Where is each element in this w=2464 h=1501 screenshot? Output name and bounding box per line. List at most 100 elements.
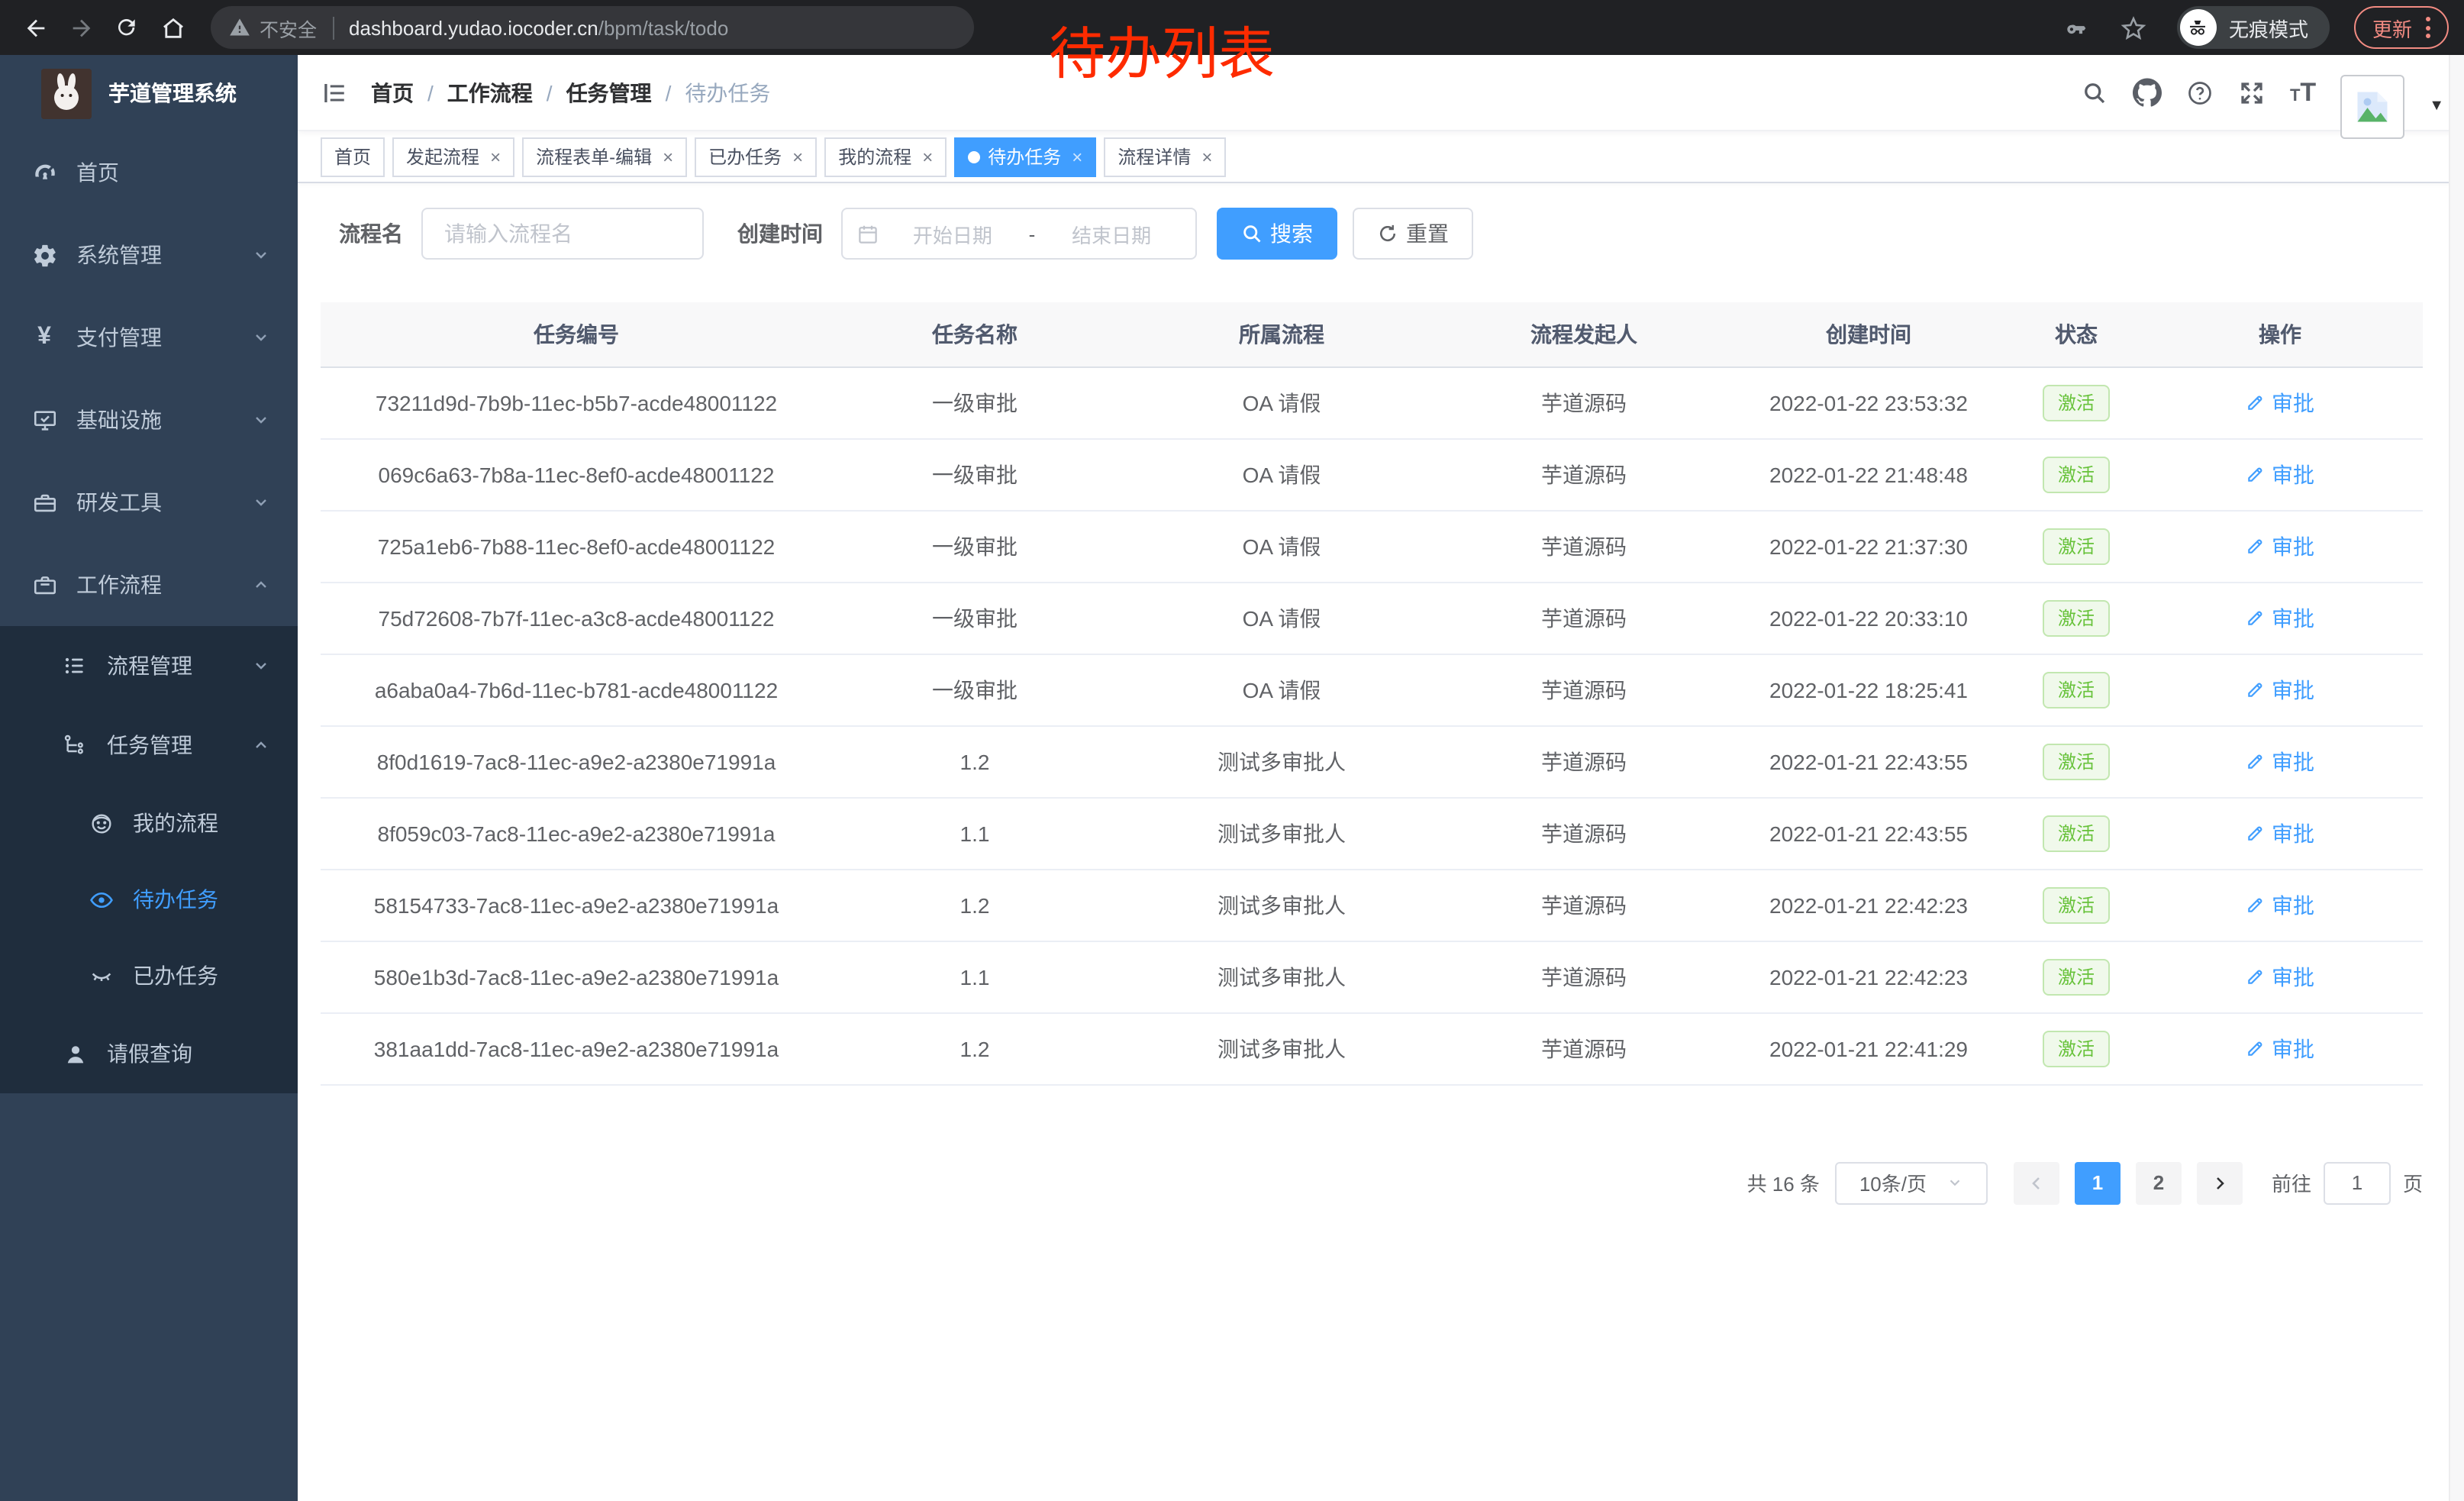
status-badge: 激活: [2043, 743, 2110, 780]
chevron-down-icon: [252, 493, 270, 512]
sidebar-item-task-mgmt[interactable]: 任务管理: [0, 705, 298, 785]
approve-link[interactable]: 审批: [2246, 961, 2314, 992]
created-time: 2022-01-22 21:48:48: [1722, 438, 2015, 510]
breadcrumb-task-mgmt[interactable]: 任务管理: [566, 77, 652, 108]
tab-5[interactable]: 待办任务×: [954, 137, 1096, 176]
status-badge: 激活: [2043, 886, 2110, 923]
breadcrumb-current: 待办任务: [685, 77, 770, 108]
approve-link[interactable]: 审批: [2246, 602, 2314, 633]
breadcrumb-home[interactable]: 首页: [371, 77, 414, 108]
forward-icon[interactable]: [61, 8, 101, 47]
tab-6[interactable]: 流程详情 ×: [1104, 137, 1226, 176]
flow-list-icon: [61, 654, 89, 678]
table-row: a6aba0a4-7b6d-11ec-b781-acde48001122一级审批…: [321, 654, 2423, 725]
key-icon[interactable]: [2064, 15, 2090, 40]
sidebar-item-leave-query[interactable]: 请假查询: [0, 1014, 298, 1093]
prev-page-button[interactable]: [2014, 1161, 2059, 1204]
font-size-icon[interactable]: TT: [2290, 79, 2316, 105]
close-icon[interactable]: ×: [1072, 147, 1082, 166]
tab-2[interactable]: 流程表单-编辑 ×: [522, 137, 687, 176]
approve-link[interactable]: 审批: [2246, 1033, 2314, 1064]
sidebar-item-system[interactable]: 系统管理: [0, 214, 298, 296]
goto-label: 前往: [2272, 1168, 2311, 1197]
process-name-input[interactable]: [421, 208, 704, 260]
breadcrumb-workflow[interactable]: 工作流程: [447, 77, 533, 108]
process-name: OA 请假: [1118, 438, 1446, 510]
browser-update-menu[interactable]: 更新: [2354, 6, 2449, 49]
sidebar-item-home[interactable]: 首页: [0, 131, 298, 214]
task-id: 58154733-7ac8-11ec-a9e2-a2380e71991a: [321, 869, 832, 941]
approve-link[interactable]: 审批: [2246, 387, 2314, 418]
close-icon[interactable]: ×: [792, 147, 803, 166]
close-icon[interactable]: ×: [1201, 147, 1212, 166]
task-name: 1.1: [832, 941, 1118, 1012]
star-icon[interactable]: [2121, 15, 2146, 40]
created-time: 2022-01-22 20:33:10: [1722, 582, 2015, 654]
status-badge: 激活: [2043, 815, 2110, 851]
approve-link[interactable]: 审批: [2246, 531, 2314, 561]
incognito-icon: [2180, 9, 2217, 46]
reset-button[interactable]: 重置: [1353, 208, 1473, 260]
sidebar-item-my-process[interactable]: 我的流程: [0, 785, 298, 861]
end-date-placeholder: 结束日期: [1041, 219, 1182, 248]
sidebar-item-infra[interactable]: 基础设施: [0, 379, 298, 461]
reload-icon[interactable]: [107, 8, 147, 47]
approve-link[interactable]: 审批: [2246, 674, 2314, 705]
page-button-2[interactable]: 2: [2136, 1161, 2182, 1204]
status-badge: 激活: [2043, 528, 2110, 564]
sidebar-item-devtools[interactable]: 研发工具: [0, 461, 298, 544]
sidebar-item-payment[interactable]: ¥ 支付管理: [0, 296, 298, 379]
close-icon[interactable]: ×: [663, 147, 673, 166]
back-icon[interactable]: [15, 8, 55, 47]
page-button-1[interactable]: 1: [2075, 1161, 2121, 1204]
close-icon[interactable]: ×: [922, 147, 933, 166]
date-range-input[interactable]: 开始日期 - 结束日期: [841, 208, 1197, 260]
approve-link[interactable]: 审批: [2246, 746, 2314, 776]
search-icon[interactable]: [2081, 79, 2108, 106]
sidebar-toggle-icon[interactable]: [321, 79, 348, 106]
tab-label: 流程表单-编辑: [536, 144, 652, 169]
table-row: 75d72608-7b7f-11ec-a3c8-acde48001122一级审批…: [321, 582, 2423, 654]
process-name: OA 请假: [1118, 582, 1446, 654]
sidebar-item-todo-tasks[interactable]: 待办任务: [0, 861, 298, 938]
status-badge: 激活: [2043, 671, 2110, 708]
sidebar-item-process-mgmt[interactable]: 流程管理: [0, 626, 298, 705]
app-logo[interactable]: 芋道管理系统: [0, 55, 298, 131]
goto-page-input[interactable]: [2324, 1161, 2391, 1204]
screen: 不安全 dashboard.yudao.iocoder.cn/bpm/task/…: [0, 0, 2464, 1501]
created-time: 2022-01-22 23:53:32: [1722, 366, 2015, 438]
table-row: 069c6a63-7b8a-11ec-8ef0-acde48001122一级审批…: [321, 438, 2423, 510]
next-page-button[interactable]: [2197, 1161, 2243, 1204]
avatar[interactable]: [2340, 74, 2404, 138]
approve-link[interactable]: 审批: [2246, 459, 2314, 489]
tab-0[interactable]: 首页: [321, 137, 385, 176]
fullscreen-icon[interactable]: [2238, 79, 2266, 106]
page-size-select[interactable]: 10条/页: [1835, 1161, 1988, 1204]
home-icon[interactable]: [153, 8, 192, 47]
address-bar[interactable]: 不安全 dashboard.yudao.iocoder.cn/bpm/task/…: [211, 6, 974, 49]
sidebar-item-workflow[interactable]: 工作流程: [0, 544, 298, 626]
scrollbar[interactable]: [2449, 55, 2464, 1501]
breadcrumb: 首页 / 工作流程 / 任务管理 / 待办任务: [371, 77, 770, 108]
approve-link[interactable]: 审批: [2246, 889, 2314, 920]
search-button[interactable]: 搜索: [1217, 208, 1337, 260]
tab-label: 首页: [334, 144, 371, 169]
chevron-down-icon[interactable]: ▼: [2429, 98, 2444, 115]
approve-link[interactable]: 审批: [2246, 818, 2314, 848]
github-icon[interactable]: [2133, 78, 2162, 107]
app-frame: 芋道管理系统 首页 系统管理 ¥: [0, 55, 2464, 1501]
tab-1[interactable]: 发起流程×: [392, 137, 514, 176]
process-starter: 芋道源码: [1446, 654, 1722, 725]
created-time: 2022-01-21 22:41:29: [1722, 1012, 2015, 1084]
help-icon[interactable]: [2186, 79, 2214, 106]
tab-4[interactable]: 我的流程×: [824, 137, 947, 176]
pagination-total: 共 16 条: [1747, 1168, 1820, 1197]
process-starter: 芋道源码: [1446, 510, 1722, 582]
tab-label: 流程详情: [1118, 144, 1191, 169]
sidebar-item-done-tasks[interactable]: 已办任务: [0, 938, 298, 1014]
process-starter: 芋道源码: [1446, 941, 1722, 1012]
warning-icon: [229, 17, 250, 38]
col-starter: 流程发起人: [1446, 302, 1722, 366]
tab-3[interactable]: 已办任务×: [695, 137, 817, 176]
close-icon[interactable]: ×: [490, 147, 501, 166]
